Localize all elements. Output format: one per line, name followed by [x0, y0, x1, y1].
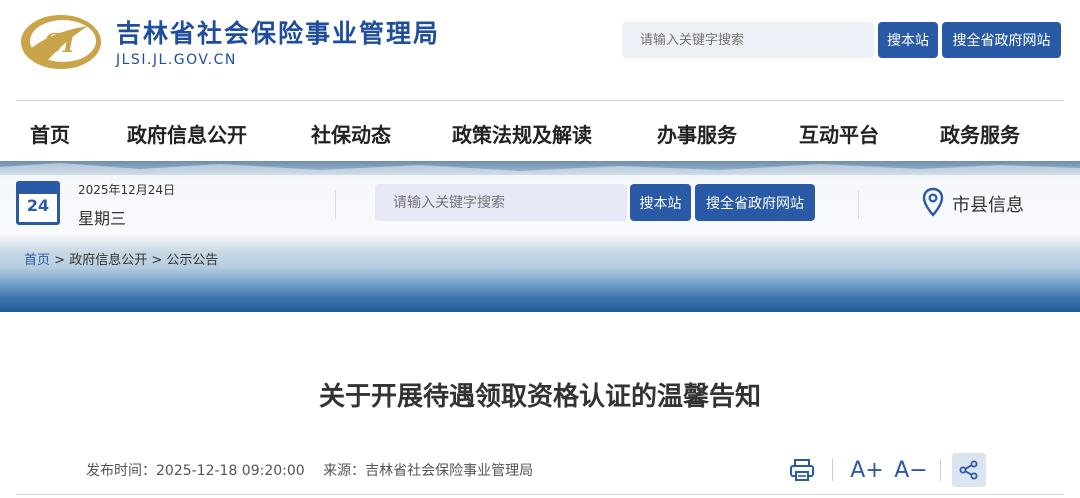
nav-item-interaction[interactable]: 互动平台 — [799, 119, 879, 148]
nav-item-gov-services[interactable]: 政务服务 — [940, 119, 1020, 148]
site-header: SI 吉林省社会保险事业管理局 JLSI.JL.GOV.CN 搜本站 搜全省政府… — [0, 0, 1080, 101]
header-search-gov-button[interactable]: 搜全省政府网站 — [942, 22, 1061, 58]
banner: 24 2025年12月24日 星期三 搜本站 搜全省政府网站 市县信息 首页 >… — [0, 161, 1080, 312]
article-meta: 发布时间：2025-12-18 09:20:00 来源：吉林省社会保险事业管理局 — [86, 460, 547, 480]
nav-item-services[interactable]: 办事服务 — [657, 119, 737, 148]
share-button[interactable] — [952, 453, 986, 487]
bar-search-input[interactable] — [375, 184, 627, 221]
header-search-site-button[interactable]: 搜本站 — [878, 22, 938, 58]
nav-item-gov-info[interactable]: 政府信息公开 — [127, 119, 247, 148]
current-weekday: 星期三 — [78, 209, 127, 228]
location-pin-icon[interactable] — [922, 187, 944, 217]
si-logo-icon[interactable]: SI — [18, 12, 104, 72]
breadcrumb: 首页 > 政府信息公开 > 公示公告 — [24, 249, 218, 268]
font-increase-button[interactable]: A+ — [850, 453, 884, 487]
breadcrumb-gov-info[interactable]: 政府信息公开 — [69, 253, 147, 268]
nav-item-news[interactable]: 社保动态 — [311, 119, 391, 148]
main-nav: 首页 政府信息公开 社保动态 政策法规及解读 办事服务 互动平台 政务服务 — [0, 101, 1080, 161]
nav-item-home[interactable]: 首页 — [30, 119, 70, 148]
city-info-link[interactable]: 市县信息 — [952, 191, 1024, 217]
mountain-decoration — [0, 163, 1080, 175]
nav-item-policy[interactable]: 政策法规及解读 — [452, 119, 592, 148]
bar-search-site-button[interactable]: 搜本站 — [630, 184, 691, 221]
calendar-day: 24 — [26, 196, 50, 215]
site-name[interactable]: 吉林省社会保险事业管理局 — [116, 14, 440, 50]
divider — [858, 191, 859, 219]
breadcrumb-separator: > — [54, 253, 66, 268]
share-icon — [959, 460, 978, 480]
calendar-icon: 24 — [16, 181, 60, 225]
font-decrease-button[interactable]: A− — [894, 453, 928, 487]
print-button[interactable] — [786, 453, 818, 487]
site-domain: JLSI.JL.GOV.CN — [116, 52, 237, 68]
content-divider — [16, 494, 1064, 495]
divider — [832, 459, 833, 481]
current-date: 2025年12月24日 — [78, 183, 176, 197]
header-search-input[interactable] — [622, 22, 874, 58]
article-tools: A+ A− — [786, 453, 986, 487]
divider — [940, 459, 941, 481]
breadcrumb-announcements[interactable]: 公示公告 — [166, 253, 218, 268]
logo-text: SI — [44, 29, 76, 59]
print-icon — [790, 459, 814, 481]
breadcrumb-home[interactable]: 首页 — [24, 253, 50, 268]
bar-search-gov-button[interactable]: 搜全省政府网站 — [695, 184, 815, 221]
article-source: 来源：吉林省社会保险事业管理局 — [323, 463, 534, 479]
article-title: 关于开展待遇领取资格认证的温馨告知 — [318, 382, 761, 412]
info-bar: 24 2025年12月24日 星期三 搜本站 搜全省政府网站 市县信息 — [0, 175, 1080, 236]
publish-time: 发布时间：2025-12-18 09:20:00 — [86, 463, 305, 479]
divider — [335, 191, 336, 219]
breadcrumb-separator: > — [151, 253, 163, 268]
